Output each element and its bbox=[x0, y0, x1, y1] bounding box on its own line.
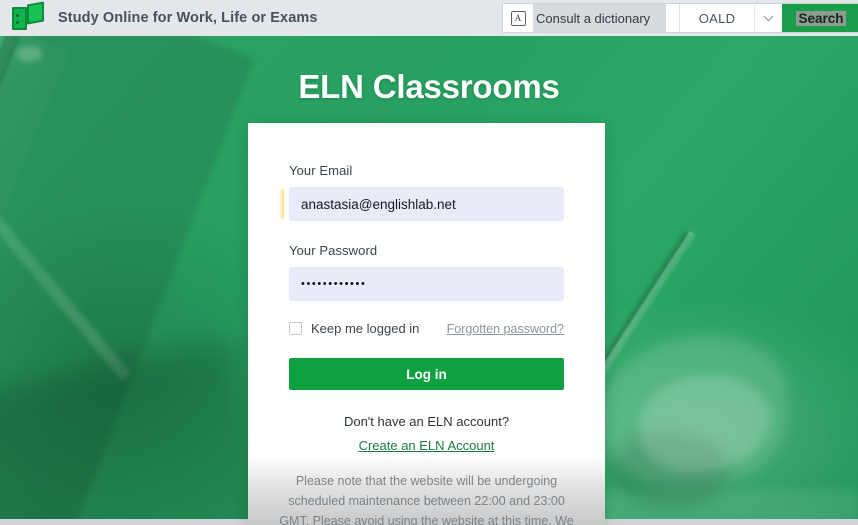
login-options-row: Keep me logged in Forgotten password? bbox=[289, 321, 564, 336]
create-account-link[interactable]: Create an ELN Account bbox=[289, 438, 564, 453]
login-card: Your Email Your Password Keep me logged … bbox=[248, 123, 605, 525]
hero-section: ELN Classrooms Your Email Your Password … bbox=[0, 36, 858, 525]
forgotten-password-link[interactable]: Forgotten password? bbox=[447, 322, 564, 336]
email-label: Your Email bbox=[289, 163, 353, 178]
open-book-logo-icon bbox=[10, 1, 46, 33]
chevron-down-icon[interactable] bbox=[754, 4, 782, 32]
keep-logged-in-checkbox[interactable] bbox=[289, 322, 302, 335]
keep-logged-in-control[interactable]: Keep me logged in bbox=[289, 321, 419, 336]
search-field-spacer bbox=[666, 4, 679, 32]
dictionary-icon-button[interactable]: A bbox=[503, 4, 533, 32]
site-tagline: Study Online for Work, Life or Exams bbox=[58, 10, 318, 26]
site-brand[interactable]: Study Online for Work, Life or Exams bbox=[10, 1, 318, 33]
page-title: ELN Classrooms bbox=[298, 68, 560, 105]
signup-question: Don't have an ELN account? bbox=[343, 414, 510, 429]
site-header: Study Online for Work, Life or Exams A O… bbox=[0, 0, 858, 36]
autofill-indicator bbox=[279, 189, 284, 219]
dictionary-letter-icon: A bbox=[510, 10, 526, 26]
maintenance-notice-text: Please note that the website will be und… bbox=[279, 474, 574, 525]
browser-viewport: Study Online for Work, Life or Exams A O… bbox=[0, 0, 858, 525]
search-input[interactable] bbox=[533, 4, 666, 32]
search-button[interactable]: Search bbox=[782, 4, 858, 32]
password-input[interactable] bbox=[289, 267, 564, 301]
search-button-label: Search bbox=[796, 10, 846, 26]
password-label: Your Password bbox=[289, 243, 378, 258]
maintenance-notice-band: Please note that the website will be und… bbox=[248, 457, 605, 525]
keep-logged-in-label: Keep me logged in bbox=[311, 321, 420, 336]
dictionary-select[interactable]: OALD bbox=[679, 4, 754, 32]
dictionary-search-group: A OALD Search bbox=[502, 3, 858, 33]
email-input[interactable] bbox=[289, 187, 564, 221]
login-button[interactable]: Log in bbox=[289, 358, 564, 390]
